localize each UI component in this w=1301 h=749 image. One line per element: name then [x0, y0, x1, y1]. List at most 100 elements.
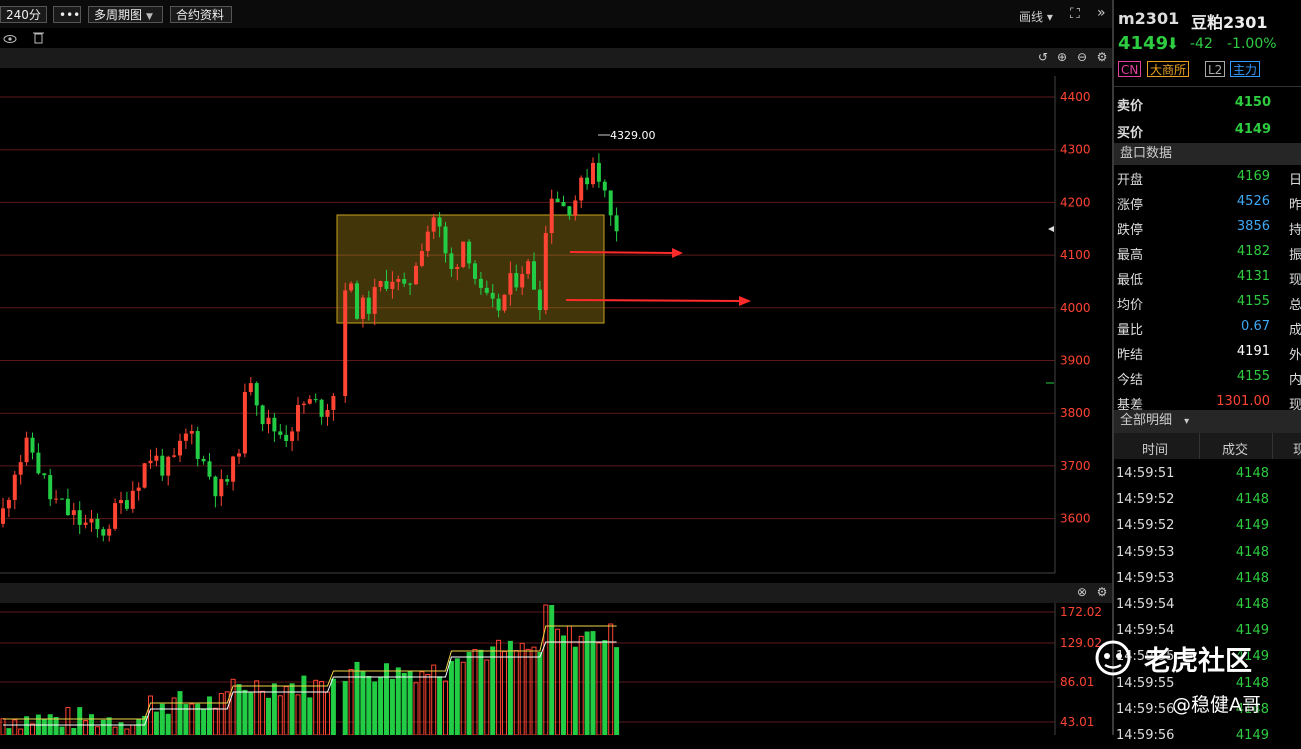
volume-bar: [106, 717, 112, 735]
candle-body: [520, 273, 525, 288]
candle-body: [614, 215, 619, 232]
more-button[interactable]: •••: [53, 6, 81, 23]
quote-label: 昨结: [1117, 348, 1144, 363]
quote-section-header[interactable]: 盘口数据: [1114, 143, 1301, 165]
volume-bar: [395, 667, 401, 735]
eye-icon[interactable]: [3, 35, 17, 43]
candle-body: [42, 473, 47, 476]
zoom-out-icon[interactable]: ⊖: [1075, 50, 1089, 64]
candle-body: [30, 437, 35, 453]
market-tag: 主力: [1230, 61, 1261, 77]
volume-bar: [41, 718, 47, 735]
close-icon[interactable]: ⊗: [1075, 585, 1089, 599]
volume-bar: [65, 707, 71, 735]
contract-info-label: 合约资料: [176, 8, 225, 22]
volume-bar: [277, 695, 283, 735]
collapse-icon[interactable]: »: [1097, 5, 1106, 21]
detail-row: 14:59:52 4149: [1114, 513, 1301, 539]
bid-row: 买价 4149: [1114, 117, 1301, 143]
gear-icon[interactable]: ⚙: [1095, 585, 1109, 599]
candlestick-chart[interactable]: 4400 4300 4200 4100 4000 3900 3800 3700 3600 432…: [0, 76, 1112, 576]
candle-body: [60, 498, 64, 500]
candle-body: [355, 283, 359, 319]
price-axis-label: 4200: [1060, 195, 1091, 209]
candle-body: [136, 487, 141, 491]
bid-value: 4149: [1234, 122, 1271, 137]
candle-body: [561, 202, 566, 207]
multi-period-label: 多周期图: [94, 8, 143, 22]
detail-price: 4149: [1235, 518, 1269, 534]
candle-body: [219, 479, 224, 497]
quote-value: 4526: [1236, 194, 1270, 209]
detail-price: 4149: [1235, 623, 1269, 639]
candle-body: [89, 518, 94, 523]
quote-label: 跌停: [1117, 223, 1144, 238]
candle-body: [490, 292, 495, 299]
candle-body: [24, 437, 29, 463]
candle-body: [555, 198, 560, 203]
candle-body: [408, 283, 413, 285]
high-marker: 4329.00: [598, 129, 656, 142]
candle-body: [178, 440, 182, 456]
quote-value: 3856: [1236, 219, 1270, 234]
volume-bar: [260, 690, 266, 735]
zoom-in-icon[interactable]: ⊕: [1055, 50, 1069, 64]
candle-body: [71, 510, 76, 516]
detail-section-header[interactable]: 全部明细 ▾: [1114, 410, 1301, 433]
multi-period-button[interactable]: 多周期图 ▼: [88, 6, 163, 23]
quote-value: 4191: [1236, 344, 1270, 359]
candle-body: [532, 261, 536, 290]
period-selector[interactable]: 240分: [0, 6, 47, 23]
contract-info-button[interactable]: 合约资料: [170, 6, 232, 23]
detail-row: 14:59:53 4148: [1114, 566, 1301, 592]
quote-row: 昨结 4191 外: [1114, 340, 1301, 365]
volume-bar: [342, 680, 348, 735]
volume-bar: [153, 711, 159, 735]
volume-bar: [378, 677, 384, 735]
detail-time: 14:59:53: [1116, 544, 1175, 560]
candle-body: [148, 460, 153, 464]
price-axis-label: 3900: [1060, 354, 1091, 368]
ask-label: 卖价: [1117, 99, 1144, 114]
candle-body: [496, 298, 501, 311]
market-tag: 大商所: [1147, 61, 1190, 77]
quote-extra-label: 内: [1289, 373, 1301, 388]
fullscreen-icon[interactable]: ⛶: [1070, 6, 1080, 22]
detail-time: 14:59:54: [1116, 597, 1175, 612]
candle-body: [142, 463, 147, 488]
volume-bar: [313, 679, 319, 735]
col-trade: 成交: [1222, 443, 1249, 458]
price-axis-label: 4000: [1060, 301, 1091, 315]
price-axis-label: 3800: [1060, 406, 1091, 420]
candle-body: [183, 433, 188, 441]
quote-row: 均价 4155 总: [1114, 290, 1301, 315]
candle-body: [508, 273, 513, 295]
volume-bar: [118, 722, 124, 735]
volume-bar: [307, 697, 313, 735]
candle-body: [325, 409, 330, 417]
volume-bar: [437, 676, 443, 735]
draw-line-button[interactable]: 画线 ▾: [1019, 8, 1053, 25]
candle-body: [248, 383, 253, 392]
volume-bar: [443, 680, 448, 735]
volume-bar: [507, 640, 513, 735]
quote-row: 量比 0.67 成: [1114, 315, 1301, 340]
candle-body: [425, 231, 430, 252]
quote-label: 量比: [1117, 323, 1144, 338]
volume-bar: [413, 682, 419, 735]
volume-bar: [372, 681, 378, 735]
trash-icon[interactable]: [33, 32, 44, 44]
gear-icon[interactable]: ⚙: [1095, 50, 1109, 64]
quote-extra-label: 总: [1289, 298, 1301, 313]
candle-body: [431, 217, 436, 232]
volume-bar: [454, 658, 460, 735]
volume-chart[interactable]: 172.02129.0286.0143.01: [0, 603, 1112, 735]
volume-bar: [159, 703, 165, 735]
undo-icon[interactable]: ↺: [1036, 50, 1050, 64]
candle-body: [101, 529, 106, 536]
volume-axis-label: 43.01: [1060, 715, 1094, 729]
period-label: 240分: [6, 8, 41, 22]
volume-bar: [18, 728, 24, 735]
detail-price: 4148: [1235, 570, 1269, 586]
volume-bar: [218, 693, 224, 735]
